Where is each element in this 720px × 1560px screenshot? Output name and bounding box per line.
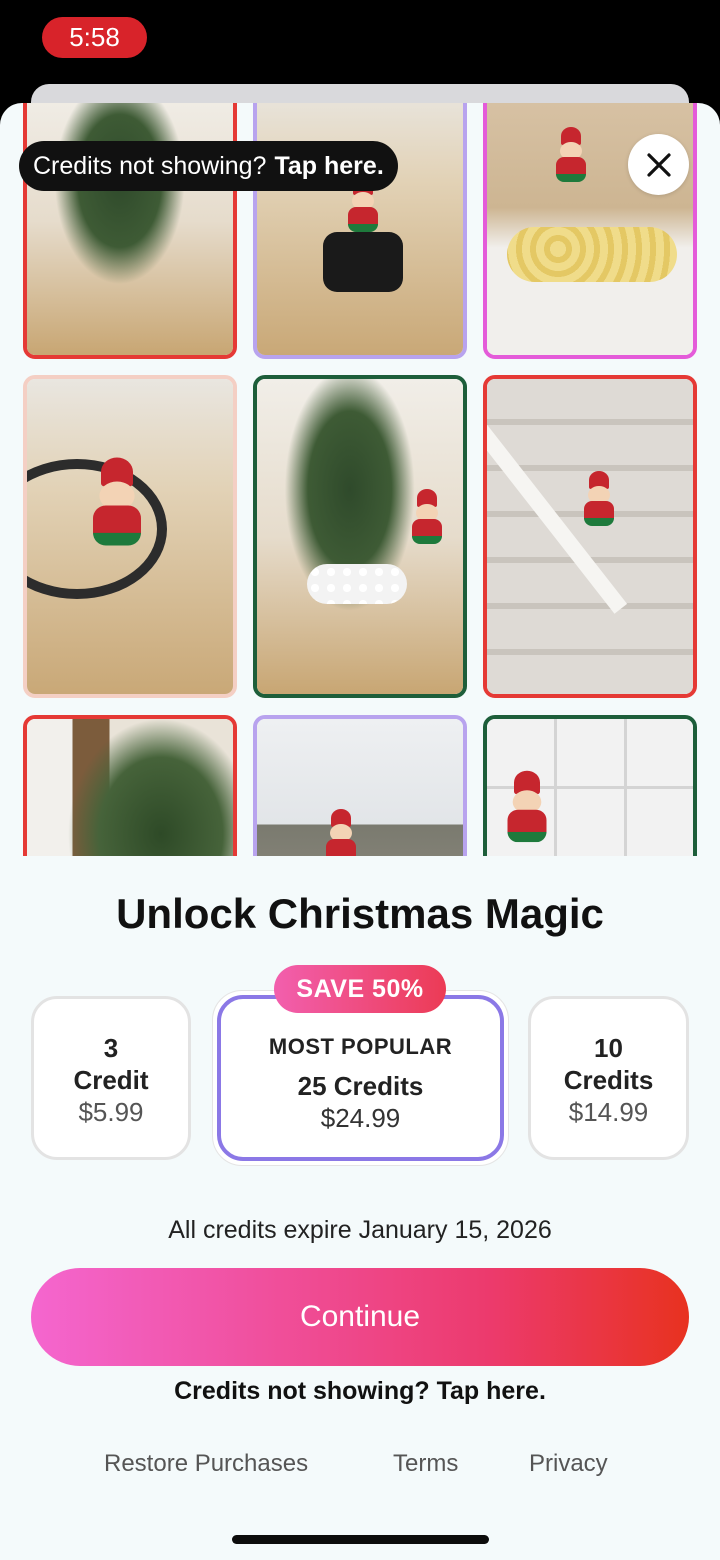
banner-text: Credits not showing? (33, 151, 267, 180)
gallery-tile (23, 375, 237, 698)
photo-elf-on-stair-rail (487, 379, 693, 694)
status-time: 5:58 (42, 17, 147, 58)
plan-card-3-credits[interactable]: 3 Credit $5.99 (31, 996, 191, 1160)
plan-quantity: 10 (594, 1033, 623, 1063)
save-badge: SAVE 50% (274, 965, 446, 1013)
plan-unit: 25 Credits (297, 1071, 424, 1101)
plan-unit: Credits (563, 1065, 654, 1095)
elf-figure (407, 489, 447, 544)
terms-link[interactable]: Terms (393, 1450, 458, 1478)
close-icon (646, 152, 671, 177)
plan-card-10-credits[interactable]: 10 Credits $14.99 (528, 996, 689, 1160)
home-indicator[interactable] (232, 1535, 489, 1544)
plan-price: $14.99 (568, 1097, 649, 1127)
credits-banner[interactable]: Credits not showing? Tap here. (19, 141, 398, 191)
elf-figure (321, 809, 361, 856)
photo-tree-with-lights (27, 719, 233, 856)
plan-price: $5.99 (78, 1097, 144, 1127)
elf-figure (501, 770, 553, 843)
expiry-note: All credits expire January 15, 2026 (168, 1216, 552, 1244)
gallery-tile (483, 715, 697, 856)
most-popular-label: MOST POPULAR (268, 1034, 453, 1059)
continue-button[interactable]: Continue (31, 1268, 689, 1366)
plan-price: $24.99 (320, 1103, 401, 1133)
privacy-link[interactable]: Privacy (529, 1450, 608, 1478)
paywall-title: Unlock Christmas Magic (116, 890, 604, 937)
plan-card-25-credits[interactable]: MOST POPULAR 25 Credits $24.99 (212, 990, 509, 1166)
gallery-tile (253, 715, 467, 856)
gallery-tile (23, 715, 237, 856)
plan-unit: Credit (73, 1065, 149, 1095)
photo-elf-on-table (257, 719, 463, 856)
gallery-tile (483, 375, 697, 698)
gallery-tile (253, 375, 467, 698)
elf-figure (85, 457, 149, 546)
plan-quantity: 3 (103, 1033, 119, 1063)
credits-help-link[interactable]: Credits not showing? Tap here. (0, 1377, 720, 1406)
photo-gallery (0, 103, 720, 856)
close-button[interactable] (628, 134, 689, 195)
restore-purchases-link[interactable]: Restore Purchases (104, 1450, 308, 1478)
photo-elf-snowball-fight (257, 379, 463, 694)
photo-elf-on-train-track (27, 379, 233, 694)
elf-figure (579, 471, 619, 526)
banner-link[interactable]: Tap here. (274, 152, 383, 181)
photo-elf-on-tiles (487, 719, 693, 856)
elf-figure (551, 127, 591, 182)
selected-plan-border: MOST POPULAR 25 Credits $24.99 (217, 995, 504, 1161)
